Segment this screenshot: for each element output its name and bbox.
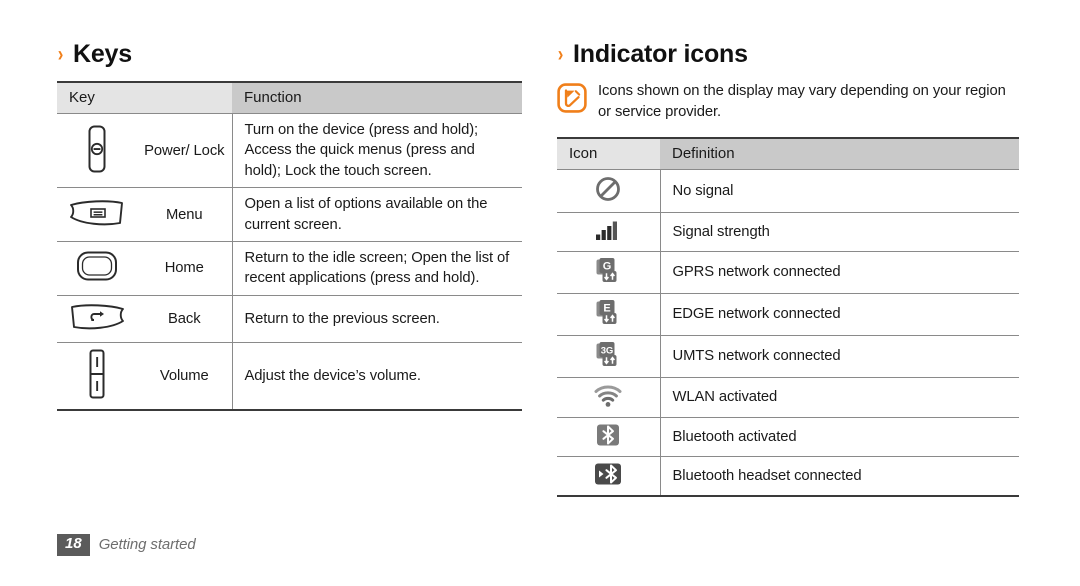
- no-signal-icon-cell: [557, 169, 660, 213]
- back-key-icon: [68, 301, 126, 333]
- key-label-text: Power/ Lock: [144, 142, 225, 159]
- chevron-right-icon: ›: [57, 43, 64, 66]
- keys-section: › Keys Key Function Power/ Lock Turn on …: [57, 40, 523, 411]
- umts-network-icon: 3G: [594, 341, 622, 368]
- key-label-text: Home: [164, 260, 204, 277]
- indicator-icons-heading-text: Indicator icons: [573, 40, 748, 68]
- menu-key-icon: [68, 197, 126, 229]
- table-row: Menu Open a list of options available on…: [57, 187, 523, 243]
- edge-network-icon: E: [594, 299, 622, 326]
- key-label-text: Back: [168, 310, 201, 327]
- bluetooth-icon: [595, 423, 621, 447]
- keys-table-header-row: Key Function: [57, 81, 523, 114]
- wlan-icon-cell: [557, 377, 660, 418]
- indicator-icons-section: › Indicator icons Icons shown on the dis…: [557, 40, 1019, 497]
- power-key-function: Turn on the device (press and hold); Acc…: [231, 113, 523, 189]
- wlan-definition: WLAN activated: [659, 377, 1019, 418]
- svg-text:E: E: [604, 303, 611, 315]
- table-row: Signal strength: [557, 212, 1019, 252]
- umts-network-definition: UMTS network connected: [659, 335, 1019, 378]
- edge-network-definition: EDGE network connected: [659, 293, 1019, 336]
- table-row: Bluetooth activated: [557, 417, 1019, 457]
- manual-page: › Keys Key Function Power/ Lock Turn on …: [0, 0, 1080, 586]
- keys-table: Key Function Power/ Lock Turn on the dev…: [57, 81, 523, 411]
- home-key-label: Home: [137, 241, 233, 296]
- volume-key-icon-cell: [57, 342, 137, 411]
- keys-heading-text: Keys: [73, 40, 132, 68]
- umts-network-icon-cell: 3G: [557, 335, 660, 378]
- bluetooth-headset-definition: Bluetooth headset connected: [659, 456, 1019, 497]
- gprs-network-icon: G: [594, 257, 622, 284]
- volume-key-label: Volume: [137, 342, 233, 411]
- page-footer: 18 Getting started: [57, 534, 196, 556]
- table-row: 3G UMTS network connected: [557, 335, 1019, 378]
- indicator-table-header-row: Icon Definition: [557, 137, 1019, 170]
- volume-key-function: Adjust the device’s volume.: [231, 342, 523, 411]
- bluetooth-icon-cell: [557, 417, 660, 457]
- bluetooth-headset-icon: [593, 462, 623, 486]
- menu-key-label: Menu: [137, 187, 233, 243]
- key-label-text: Menu: [165, 206, 203, 223]
- table-row: Volume Adjust the device’s volume.: [57, 342, 523, 411]
- wlan-icon: [593, 383, 623, 408]
- table-row: WLAN activated: [557, 377, 1019, 418]
- back-key-function: Return to the previous screen.: [231, 295, 523, 343]
- power-key-icon-cell: [57, 113, 137, 189]
- keys-heading: › Keys: [57, 40, 522, 69]
- key-label-text: Volume: [159, 367, 209, 384]
- table-row: Bluetooth headset connected: [557, 456, 1019, 497]
- indicator-icons-table: Icon Definition No signal Signal strengt…: [557, 137, 1019, 497]
- bluetooth-definition: Bluetooth activated: [659, 417, 1019, 457]
- note-block: Icons shown on the display may vary depe…: [557, 81, 1019, 123]
- signal-strength-icon: [594, 218, 622, 242]
- chapter-label: Getting started: [98, 536, 196, 554]
- gprs-network-definition: GPRS network connected: [659, 251, 1019, 294]
- svg-text:3G: 3G: [601, 345, 613, 356]
- gprs-network-icon-cell: G: [557, 251, 660, 294]
- no-signal-definition: No signal: [659, 169, 1019, 213]
- home-key-icon: [75, 249, 119, 283]
- note-pen-icon: [557, 83, 587, 113]
- back-key-label: Back: [137, 295, 233, 343]
- power-key-label: Power/ Lock: [137, 113, 233, 189]
- table-row: E EDGE network connected: [557, 293, 1019, 336]
- svg-text:G: G: [603, 261, 611, 273]
- volume-key-icon: [85, 348, 109, 400]
- table-row: G GPRS network connected: [557, 251, 1019, 294]
- indicator-icons-heading: › Indicator icons: [557, 40, 1019, 69]
- power-key-icon: [85, 124, 109, 174]
- note-text: Icons shown on the display may vary depe…: [598, 83, 1006, 120]
- menu-key-function: Open a list of options available on the …: [231, 187, 523, 243]
- menu-key-icon-cell: [57, 187, 137, 243]
- page-number: 18: [57, 534, 90, 556]
- home-key-icon-cell: [57, 241, 137, 296]
- signal-strength-definition: Signal strength: [659, 212, 1019, 252]
- bluetooth-headset-icon-cell: [557, 456, 660, 497]
- indicator-header-icon: Icon: [557, 137, 660, 170]
- home-key-function: Return to the idle screen; Open the list…: [231, 241, 523, 296]
- signal-strength-icon-cell: [557, 212, 660, 252]
- table-row: Power/ Lock Turn on the device (press an…: [57, 113, 523, 189]
- edge-network-icon-cell: E: [557, 293, 660, 336]
- no-signal-icon: [594, 175, 622, 203]
- table-row: Back Return to the previous screen.: [57, 295, 523, 343]
- back-key-icon-cell: [57, 295, 137, 343]
- indicator-header-definition: Definition: [660, 137, 1019, 170]
- keys-header-key: Key: [57, 81, 233, 114]
- table-row: No signal: [557, 169, 1019, 213]
- keys-header-function: Function: [232, 81, 523, 114]
- table-row: Home Return to the idle screen; Open the…: [57, 241, 523, 296]
- chevron-right-icon: ›: [557, 43, 564, 66]
